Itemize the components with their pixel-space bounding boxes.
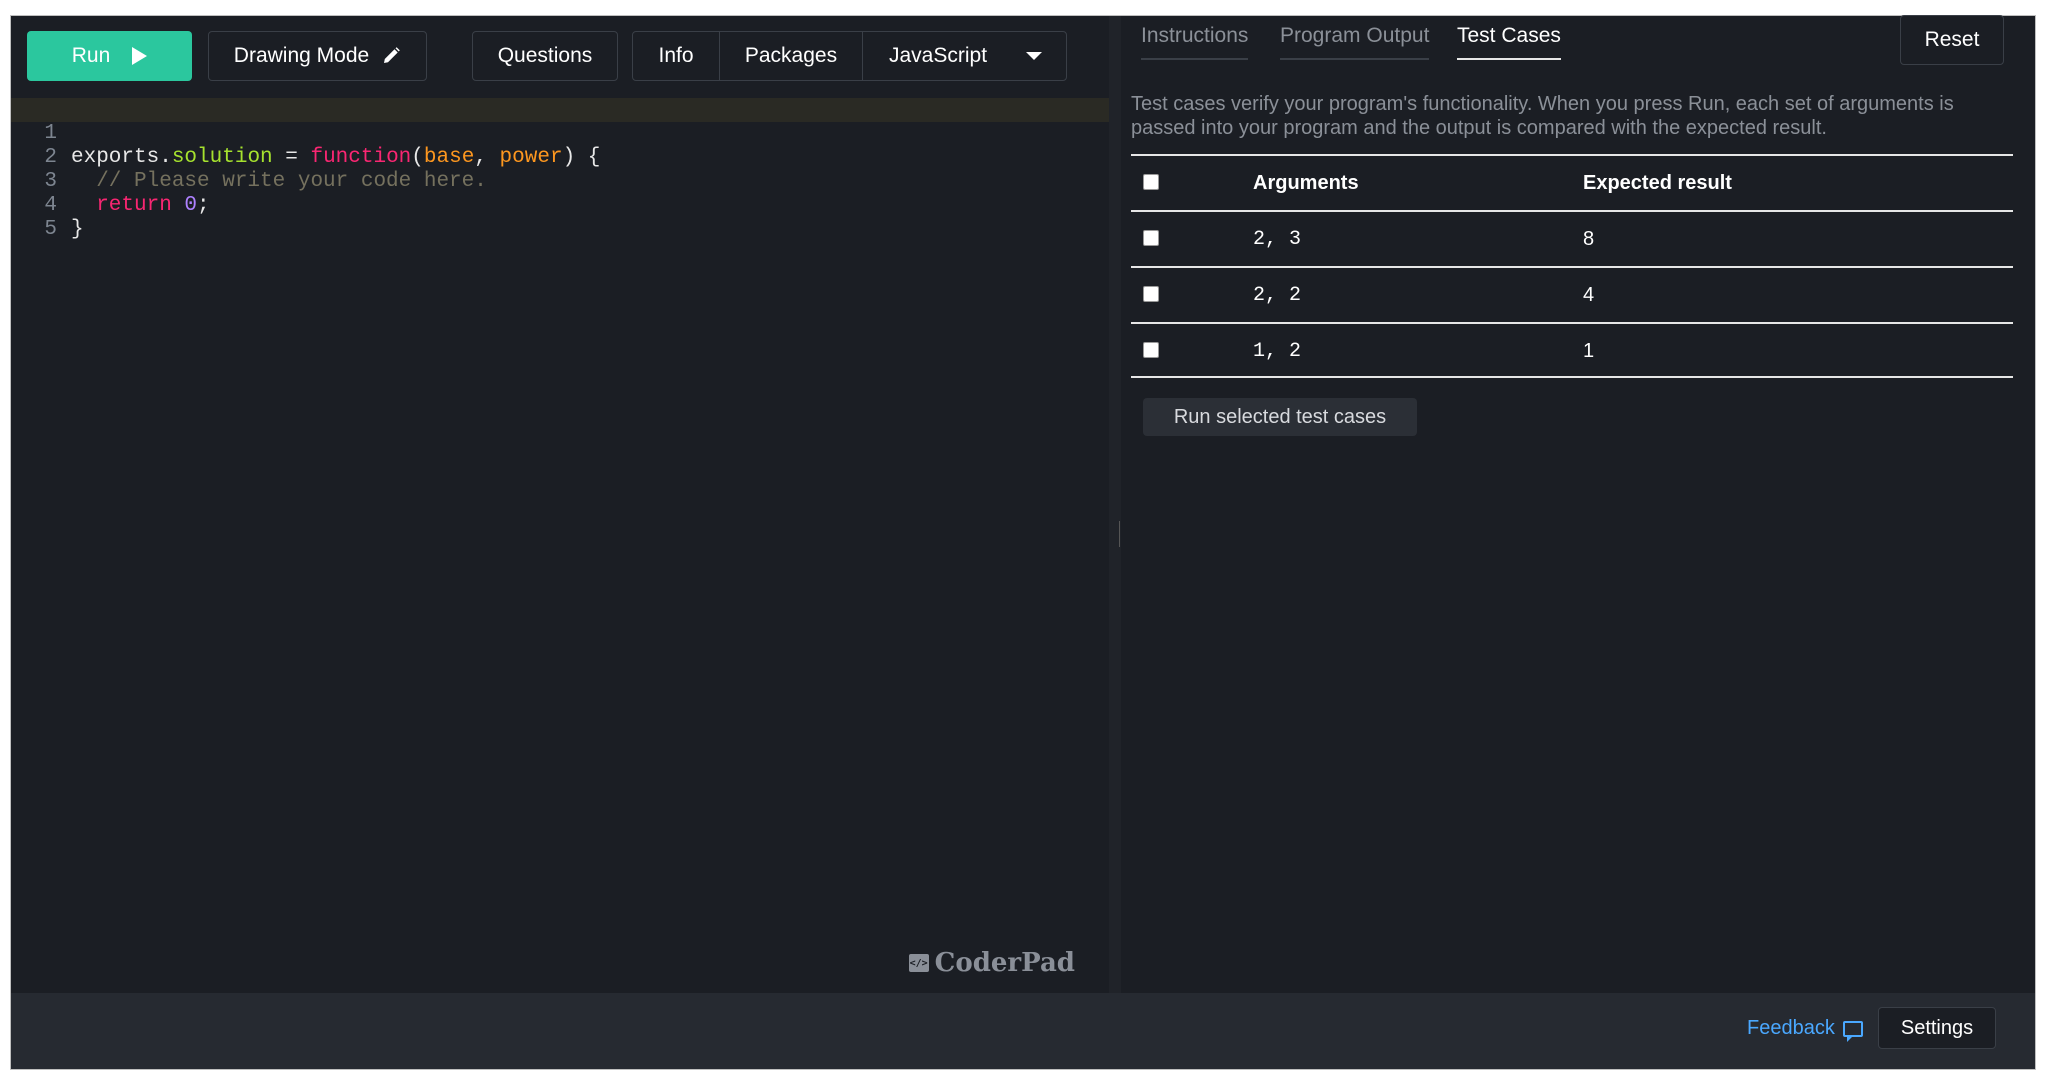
- arguments-cell: 1, 2: [1253, 340, 1302, 363]
- language-select[interactable]: JavaScript: [863, 32, 1066, 80]
- arguments-cell: 2, 2: [1253, 284, 1302, 307]
- pencil-icon: [384, 47, 401, 63]
- coderpad-logo: </> CoderPad: [908, 948, 1075, 978]
- language-label: JavaScript: [889, 44, 988, 67]
- run-label: Run: [71, 44, 111, 67]
- select-all-checkbox[interactable]: [1143, 174, 1159, 190]
- row-checkbox[interactable]: [1143, 230, 1159, 246]
- info-label: Info: [658, 44, 694, 67]
- packages-label: Packages: [744, 44, 838, 67]
- row-checkbox[interactable]: [1143, 286, 1159, 302]
- column-header-expected: Expected result: [1583, 172, 1732, 194]
- table-row: 1, 2 1: [1131, 322, 2013, 378]
- table-row: 2, 3 8: [1131, 210, 2013, 266]
- footer-bar: [11, 993, 2035, 1069]
- expected-cell: 1: [1583, 340, 1595, 362]
- chat-icon: [1842, 1020, 1863, 1042]
- code-line: 5: [11, 194, 1109, 241]
- code-area[interactable]: 1 exports.solution = function(base, powe…: [11, 98, 1109, 241]
- drawing-mode-button[interactable]: Drawing Mode: [208, 31, 427, 81]
- test-cases-table: Arguments Expected result 2, 3 8 2, 2 4 …: [1131, 154, 2013, 378]
- table-header: Arguments Expected result: [1131, 154, 2013, 210]
- tab-program-output[interactable]: Program Output: [1280, 24, 1430, 60]
- code-icon: </>: [908, 954, 929, 972]
- settings-label: Settings: [1900, 1016, 1974, 1039]
- reset-label: Reset: [1924, 28, 1980, 51]
- reset-button[interactable]: Reset: [1900, 15, 2004, 65]
- questions-label: Questions: [497, 44, 593, 67]
- expected-cell: 8: [1583, 228, 1595, 250]
- line-number: 5: [44, 218, 57, 241]
- run-selected-button[interactable]: Run selected test cases: [1143, 398, 1417, 436]
- arguments-cell: 2, 3: [1253, 228, 1302, 251]
- test-cases-description: Test cases verify your program's functio…: [1131, 93, 1954, 139]
- row-checkbox[interactable]: [1143, 342, 1159, 358]
- expected-cell: 4: [1583, 284, 1595, 306]
- tab-instructions[interactable]: Instructions: [1141, 24, 1249, 60]
- tab-test-cases[interactable]: Test Cases: [1457, 24, 1561, 60]
- chevron-down-icon: [1026, 52, 1042, 60]
- info-button[interactable]: Info: [633, 32, 720, 80]
- drawing-mode-label: Drawing Mode: [233, 44, 370, 67]
- settings-button[interactable]: Settings: [1878, 1007, 1996, 1049]
- code-editor-panel: Run Drawing Mode Questions Info Packages…: [11, 16, 1109, 994]
- code-line: 2 // Please write your code here.: [11, 122, 1109, 193]
- feedback-label: Feedback: [1747, 1017, 1835, 1039]
- questions-button[interactable]: Questions: [472, 31, 618, 81]
- toolbar-button-group: Info Packages JavaScript: [632, 31, 1067, 81]
- brand-name: CoderPad: [934, 948, 1075, 978]
- table-row: 2, 2 4: [1131, 266, 2013, 322]
- run-button[interactable]: Run: [27, 31, 192, 81]
- column-header-arguments: Arguments: [1253, 172, 1359, 194]
- packages-button[interactable]: Packages: [720, 32, 863, 80]
- play-icon: [132, 47, 148, 65]
- code-line: 3 return 0;: [11, 146, 1109, 217]
- code-line: 1 exports.solution = function(base, powe…: [11, 98, 1109, 169]
- feedback-link[interactable]: Feedback: [1747, 1017, 1863, 1042]
- code-line: 4 }: [11, 170, 1109, 241]
